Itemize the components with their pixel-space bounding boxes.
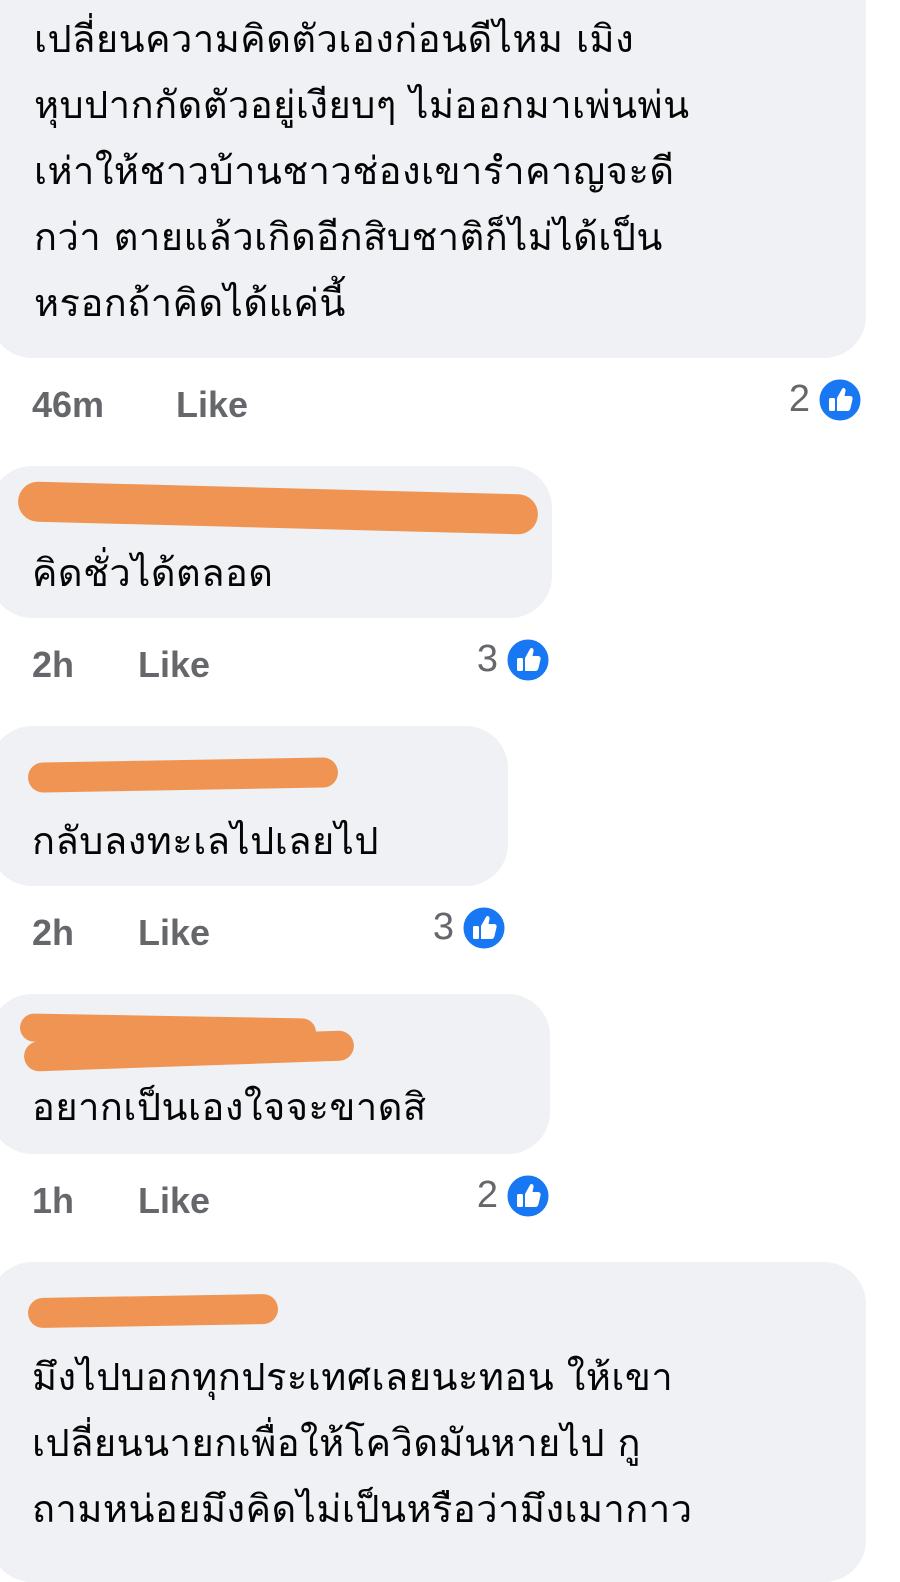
like-reaction-icon: [504, 1172, 552, 1220]
comment-bubble[interactable]: กลับลงทะเลไปเลยไป: [0, 726, 508, 886]
comment-time[interactable]: 1h: [32, 1180, 74, 1222]
reaction-number: 2: [476, 1174, 498, 1216]
comment-bubble[interactable]: เปลี่ยนความคิดตัวเองก่อนดีไหม เมิง หุบปา…: [0, 0, 866, 358]
comment-text: เปลี่ยนความคิดตัวเองก่อนดีไหม เมิง หุบปา…: [34, 17, 690, 325]
reaction-count[interactable]: 2: [760, 376, 864, 424]
reaction-number: 2: [788, 378, 810, 420]
reaction-count[interactable]: 2: [444, 1172, 552, 1220]
author-redaction: [17, 481, 539, 535]
author-redaction: [27, 757, 339, 793]
like-button[interactable]: Like: [138, 644, 210, 686]
comment-text: อยากเป็นเองใจจะขาดสิ: [32, 1085, 427, 1129]
like-reaction-icon: [460, 904, 508, 952]
reaction-count[interactable]: 3: [446, 636, 552, 684]
comment-bubble[interactable]: คิดชั่วได้ตลอด: [0, 466, 552, 618]
like-reaction-icon: [504, 636, 552, 684]
like-button[interactable]: Like: [138, 1180, 210, 1222]
comment-bubble[interactable]: มึงไปบอกทุกประเทศเลยนะทอน ให้เขา เปลี่ยน…: [0, 1262, 866, 1582]
comment-text: มึงไปบอกทุกประเทศเลยนะทอน ให้เขา เปลี่ยน…: [32, 1355, 693, 1531]
comment-meta: 1h Like: [32, 1180, 332, 1224]
comment-time[interactable]: 2h: [32, 644, 74, 686]
author-redaction: [27, 1293, 279, 1329]
comment-bubble[interactable]: อยากเป็นเองใจจะขาดสิ: [0, 994, 550, 1154]
reaction-number: 3: [476, 638, 498, 680]
comment-meta: 2h Like: [32, 644, 332, 688]
comment-text: กลับลงทะเลไปเลยไป: [32, 819, 379, 863]
comment-meta: 46m Like: [32, 384, 332, 428]
comment-text: คิดชั่วได้ตลอด: [32, 551, 274, 595]
comment-time[interactable]: 2h: [32, 912, 74, 954]
like-reaction-icon: [816, 376, 864, 424]
like-button[interactable]: Like: [176, 384, 248, 426]
reaction-number: 3: [432, 906, 454, 948]
reaction-count[interactable]: 3: [400, 904, 508, 952]
comment-meta: 2h Like: [32, 912, 332, 956]
like-button[interactable]: Like: [138, 912, 210, 954]
comment-time[interactable]: 46m: [32, 384, 104, 426]
